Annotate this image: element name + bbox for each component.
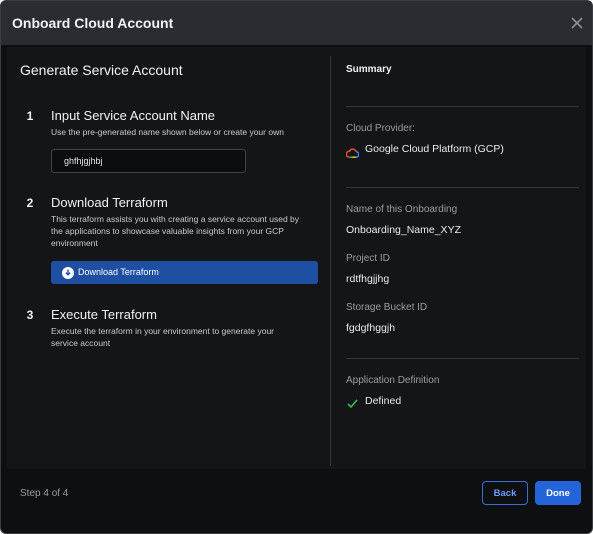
step-title-execute-terraform: Execute Terraform xyxy=(51,307,157,322)
step-title-download-terraform: Download Terraform xyxy=(51,195,168,210)
column-divider xyxy=(330,56,331,466)
step-3-description: Execute the terraform in your environmen… xyxy=(51,325,274,349)
summary-title: Summary xyxy=(346,64,392,75)
modal-title: Onboard Cloud Account xyxy=(12,15,174,31)
step-3-description-line: Execute the terraform in your environmen… xyxy=(51,326,275,336)
summary-divider xyxy=(346,187,579,188)
application-definition-value: Defined xyxy=(365,395,402,407)
onboarding-name-value: Onboarding_Name_XYZ xyxy=(346,224,461,236)
project-id-label: Project ID xyxy=(346,253,390,264)
step-2-description-line: This terraform assists you with creating… xyxy=(51,214,300,224)
modal-header: Onboard Cloud Account xyxy=(1,1,592,45)
onboarding-name-label: Name of this Onboarding xyxy=(346,204,458,215)
application-definition-label: Application Definition xyxy=(346,375,440,386)
download-terraform-label: Download Terraform xyxy=(78,267,159,277)
step-number-3: 3 xyxy=(26,308,34,322)
cloud-provider-value: Google Cloud Platform (GCP) xyxy=(365,143,504,155)
step-title-input-service-account-name: Input Service Account Name xyxy=(51,108,216,123)
summary-divider xyxy=(346,106,579,107)
step-number-2: 2 xyxy=(26,196,34,210)
storage-bucket-id-label: Storage Bucket ID xyxy=(346,302,428,313)
onboard-cloud-account-modal: Onboard Cloud Account Generate Service A… xyxy=(0,0,593,534)
step-2-description-line: the applications to showcase valuable in… xyxy=(51,226,284,236)
google-cloud-icon xyxy=(345,145,360,158)
step-3-description-line: service account xyxy=(51,338,111,348)
close-icon[interactable] xyxy=(568,14,586,32)
download-icon xyxy=(62,266,74,279)
step-1-description: Use the pre-generated name shown below o… xyxy=(51,127,284,137)
step-2-description: This terraform assists you with creating… xyxy=(51,213,299,249)
step-indicator: Step 4 of 4 xyxy=(20,488,69,499)
step-number-1: 1 xyxy=(26,109,34,123)
generate-service-account-title: Generate Service Account xyxy=(20,62,183,78)
storage-bucket-id-value: fgdgfhggjh xyxy=(346,322,396,334)
project-id-value: rdtfhgjjhg xyxy=(346,273,390,285)
step-2-description-line: environment xyxy=(51,238,98,248)
service-account-name-input[interactable] xyxy=(51,149,246,173)
download-terraform-button[interactable]: Download Terraform xyxy=(51,261,318,284)
cloud-provider-label: Cloud Provider: xyxy=(346,123,415,134)
check-icon xyxy=(347,396,358,409)
summary-divider xyxy=(346,358,579,359)
done-button[interactable]: Done xyxy=(535,481,581,505)
back-button[interactable]: Back xyxy=(482,481,528,505)
